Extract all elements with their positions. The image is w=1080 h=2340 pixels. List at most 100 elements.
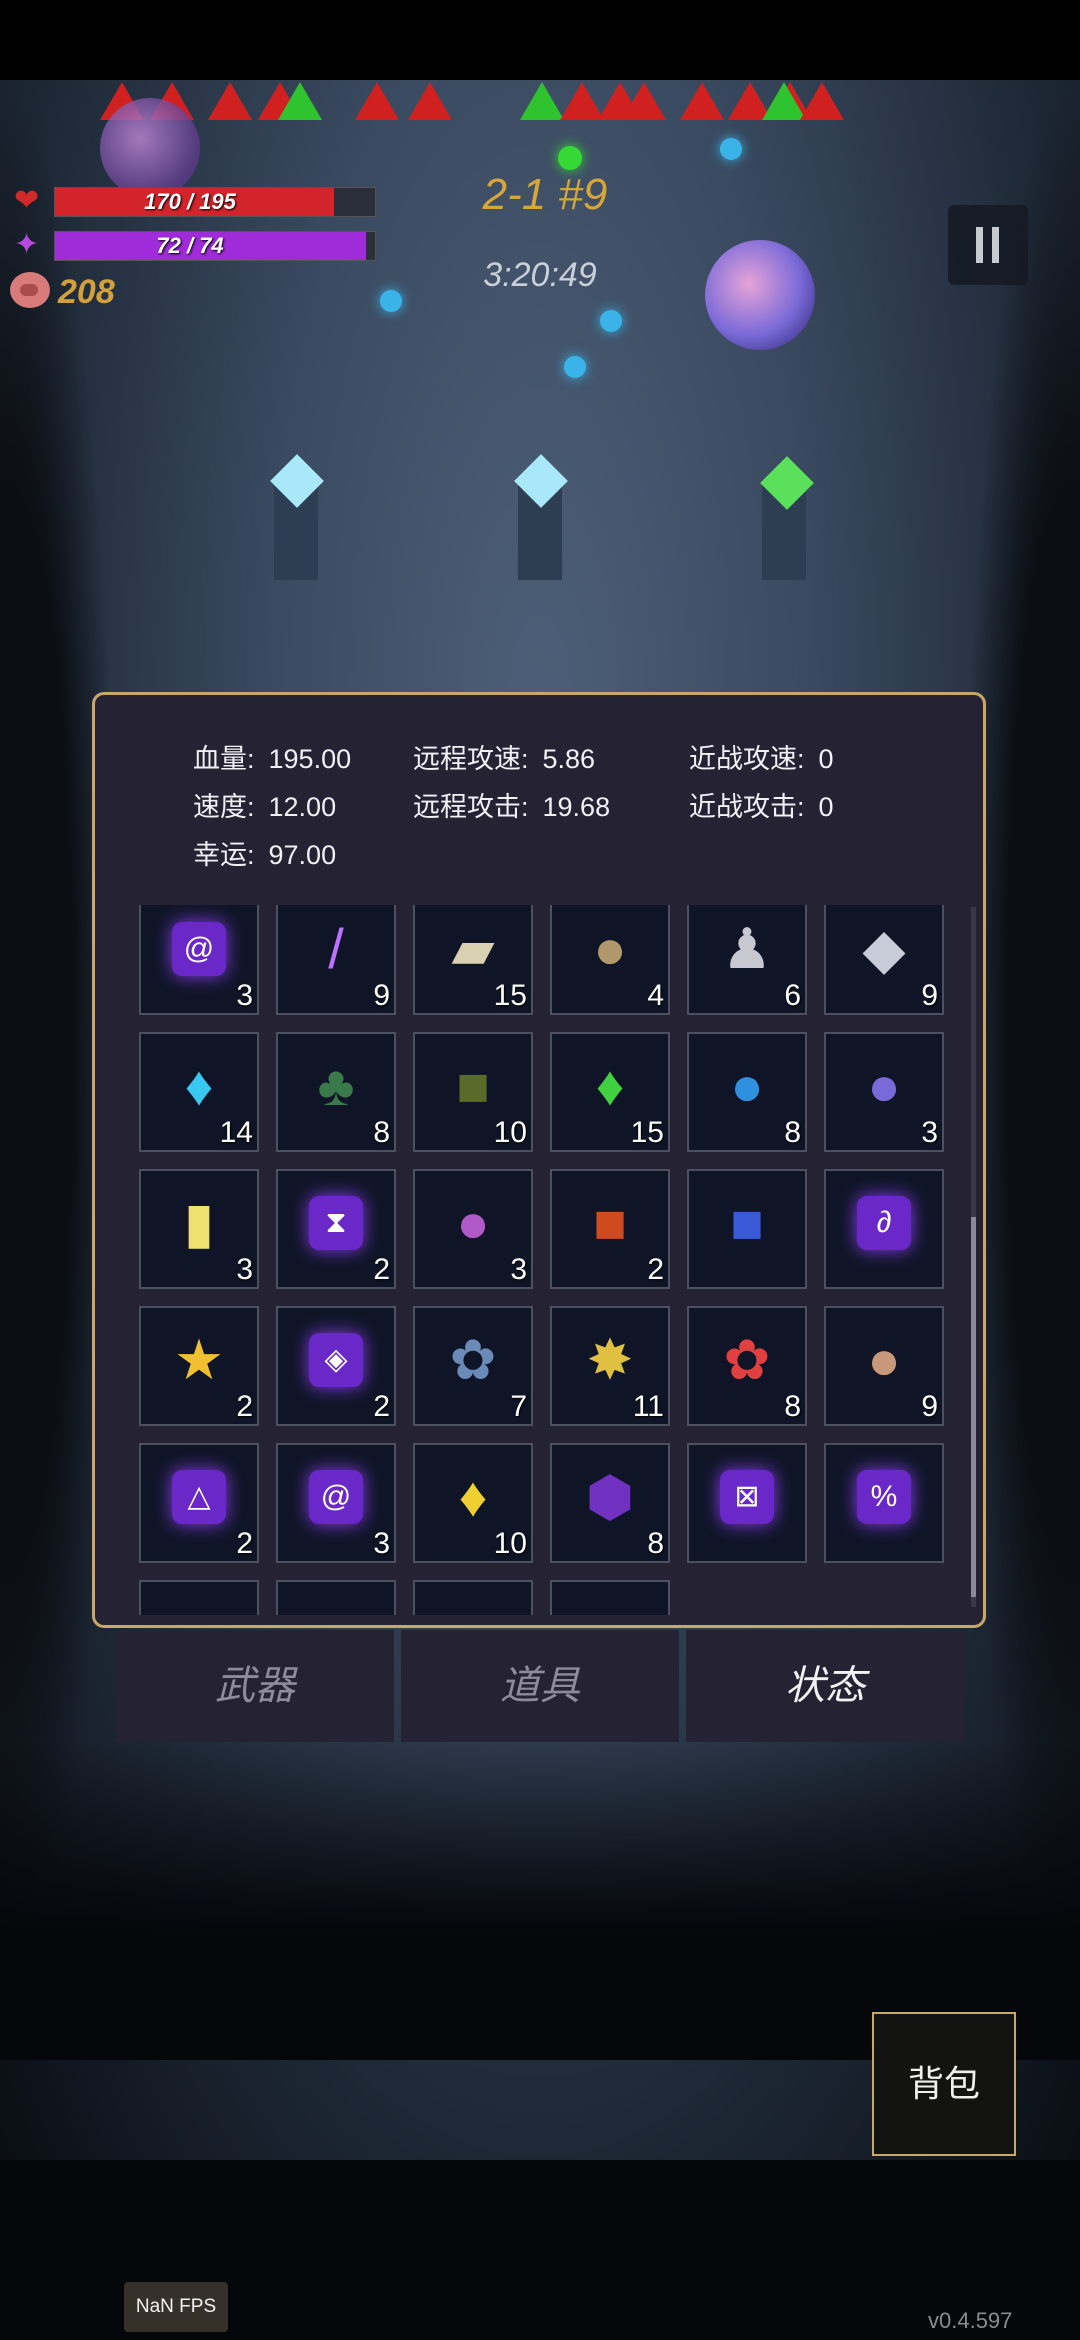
item-count: 4 (647, 979, 664, 1012)
item-slot[interactable]: ▮ 3 (139, 1169, 259, 1289)
curve-rune-icon: ∂ (857, 1196, 911, 1251)
stat-melee-attack: 近战攻击: 0 (689, 792, 834, 822)
blue-projectile (600, 310, 622, 332)
pig-icon (10, 272, 50, 308)
item-count: 9 (373, 979, 390, 1012)
item-slot[interactable]: ∂ (824, 1169, 944, 1289)
silver-ore-icon: ◆ (862, 917, 906, 981)
item-slot[interactable]: @3 (276, 1443, 396, 1563)
cyan-crystal-icon: ♦ (184, 1054, 214, 1118)
red-flowers-icon: ✿ (723, 1328, 771, 1392)
item-slot[interactable]: % (824, 1443, 944, 1563)
item-slot[interactable]: ♦ 15 (550, 1032, 670, 1152)
item-slot[interactable]: @3 (139, 905, 259, 1015)
item-count: 8 (784, 1390, 801, 1423)
mana-text: 72 / 74 (156, 233, 224, 258)
blue-projectile (564, 356, 586, 378)
item-slot[interactable]: ⊠ (687, 1443, 807, 1563)
item-slot[interactable]: ◆ 9 (824, 905, 944, 1015)
item-slot[interactable]: ● 4 (550, 905, 670, 1015)
white-item-icon: ▲ (171, 1606, 226, 1615)
item-slot[interactable]: ▰ 15 (413, 905, 533, 1015)
item-grid-viewport[interactable]: @3/9 ▰ 15 ● 4 ♟ 6 ◆ 9 ♦ 14 ♣ 8 ■ 10 ♦ 15 ● 8 ● 3 ▮ 3 ⧗ 2 ● 3 ■ 2 ■ ∂ ★ 2… (95, 905, 955, 1615)
scroll-thumb[interactable] (971, 1217, 976, 1597)
gold-star-crystal-icon: ✸ (586, 1328, 634, 1392)
item-slot[interactable]: ▲ (276, 1580, 396, 1615)
item-slot[interactable]: ✿ 7 (413, 1306, 533, 1426)
item-slot[interactable]: ♦ 10 (413, 1443, 533, 1563)
item-count: 3 (236, 1253, 253, 1286)
enemy-spike (680, 82, 724, 120)
enemy-spike (622, 82, 666, 120)
tab-weapons[interactable]: 武器 (116, 1630, 394, 1742)
item-slot[interactable]: ⬢ 8 (550, 1443, 670, 1563)
item-count: 3 (921, 1116, 938, 1149)
enemy-spike (408, 82, 452, 120)
hourglass-rune-icon: ⧗ (309, 1196, 363, 1251)
enemy-spike (278, 82, 322, 120)
health-text: 170 / 195 (144, 189, 236, 214)
stat-melee-speed: 近战攻速: 0 (689, 744, 834, 774)
item-slot[interactable]: △ 2 (139, 1443, 259, 1563)
item-slot[interactable]: ▲ (413, 1580, 533, 1615)
item-count: 9 (921, 1390, 938, 1423)
version-label: v0.4.597 (928, 2308, 1013, 2333)
yellow-crystal-icon: ♦ (458, 1465, 488, 1529)
tab-props[interactable]: 道具 (401, 1630, 679, 1742)
item-count: 2 (647, 1253, 664, 1286)
item-grid-scrollbar[interactable] (971, 907, 976, 1607)
blue-flower-icon: ✿ (449, 1328, 497, 1392)
item-slot[interactable]: ■ 2 (550, 1169, 670, 1289)
item-slot[interactable]: ● 8 (687, 1032, 807, 1152)
pouch-icon: ● (867, 1328, 901, 1392)
tab-status[interactable]: 状态 (686, 1630, 964, 1742)
pause-button[interactable] (948, 205, 1028, 285)
item-slot[interactable]: ◈ 2 (276, 1306, 396, 1426)
heart-icon: ❤ (14, 184, 40, 217)
item-count: 14 (219, 1116, 253, 1149)
item-slot[interactable]: ■ 10 (413, 1032, 533, 1152)
item-slot[interactable]: ▲ (139, 1580, 259, 1615)
green-crystal-icon: ♦ (595, 1054, 625, 1118)
percent-rune-icon: % (857, 1470, 911, 1525)
item-slot[interactable]: ♟ 6 (687, 905, 807, 1015)
item-slot[interactable]: ⧗ 2 (276, 1169, 396, 1289)
item-slot[interactable]: ✿ 8 (687, 1306, 807, 1426)
item-slot[interactable]: ● 9 (824, 1306, 944, 1426)
item-slot[interactable]: ♦ 14 (139, 1032, 259, 1152)
cross-rune-icon: ⊠ (720, 1470, 774, 1525)
stat-luck: 幸运: 97.00 (193, 840, 337, 870)
bag-button[interactable]: 背包 (872, 2012, 1016, 2156)
item-slot[interactable]: ● 3 (824, 1032, 944, 1152)
item-slot[interactable]: ✸ 11 (550, 1306, 670, 1426)
gray-item-icon: ▲ (308, 1606, 363, 1615)
stat-speed: 速度: 12.00 (193, 792, 337, 822)
rainbow-orb-icon: ● (867, 1054, 901, 1118)
item-slot[interactable]: ♣ 8 (276, 1032, 396, 1152)
star-trophy-icon: ★ (173, 1328, 225, 1392)
triangle-rune-icon: △ (172, 1470, 226, 1525)
timer-label: 3:20:49 (483, 256, 597, 294)
pause-icon (976, 227, 983, 263)
item-count: 7 (510, 1390, 527, 1423)
item-count: 6 (784, 979, 801, 1012)
item-count: 15 (493, 979, 527, 1012)
item-slot[interactable]: ■ (687, 1169, 807, 1289)
triangle-book-icon: ■ (730, 1191, 764, 1255)
item-slot[interactable]: ◢ (550, 1580, 670, 1615)
hourglass-card-icon: ▮ (183, 1191, 215, 1255)
item-slot[interactable]: ● 3 (413, 1169, 533, 1289)
swirl-rune-icon: @ (172, 922, 226, 977)
orange-item-icon: ▲ (445, 1606, 500, 1615)
item-slot[interactable]: ★ 2 (139, 1306, 259, 1426)
item-count: 2 (373, 1253, 390, 1286)
item-slot[interactable]: /9 (276, 905, 396, 1015)
inventory-panel: 血量: 195.00 远程攻速: 5.86 近战攻速: 0 速度: 12.00 远程攻击… (92, 692, 986, 1628)
item-count: 8 (647, 1527, 664, 1560)
wand-icon: / (328, 917, 344, 981)
eye-rune-icon: ◈ (309, 1333, 363, 1388)
enemy-spike (800, 82, 844, 120)
ore-chunks-icon: ▰ (451, 917, 495, 981)
clover-icon: ♣ (317, 1054, 355, 1118)
ghost-statue-icon: ♟ (721, 917, 773, 981)
